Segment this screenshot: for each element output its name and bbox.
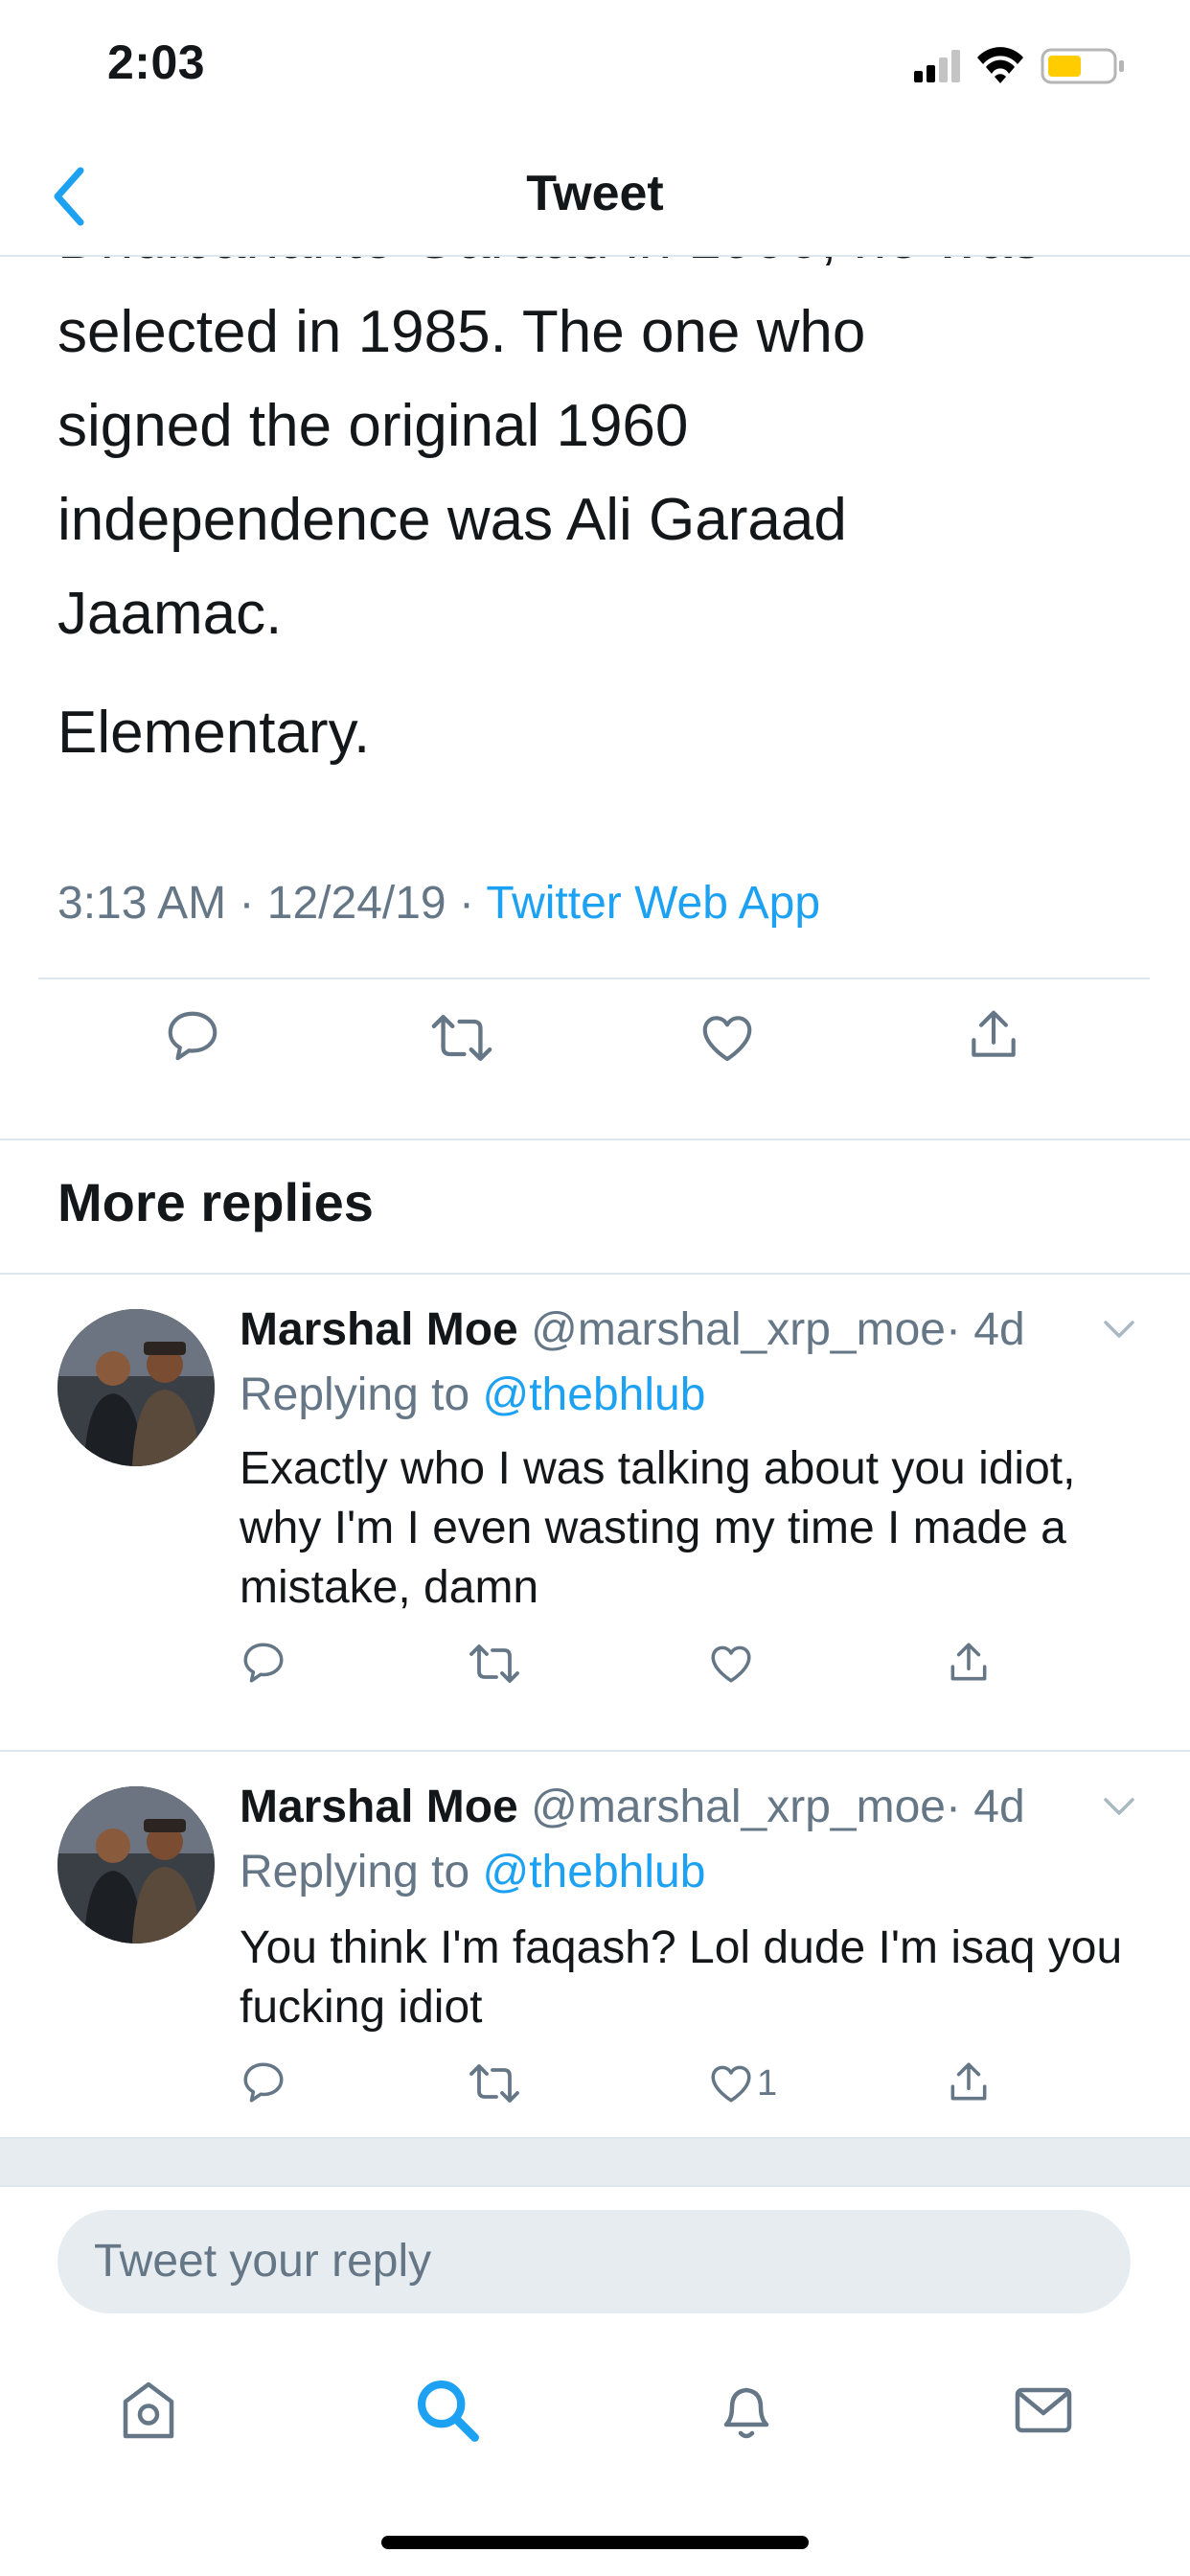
replying-to-handle[interactable]: @thebhlub: [482, 1847, 705, 1898]
tweet-timestamp: 3:13 AM · 12/24/19 ·: [57, 878, 487, 929]
reply-author-name[interactable]: Marshal Moe: [240, 1782, 518, 1832]
share-icon[interactable]: [945, 1637, 993, 1689]
divider: [0, 1750, 1190, 1752]
reply-action-bar: [240, 1637, 1102, 1694]
reply-composer[interactable]: Tweet your reply: [57, 2210, 1131, 2313]
nav-bar: Tweet: [0, 144, 1190, 257]
retweet-icon[interactable]: [468, 1641, 521, 1687]
tab-notifications[interactable]: [703, 2367, 790, 2453]
like-control[interactable]: 1: [707, 2058, 777, 2108]
reply-icon[interactable]: [240, 1639, 287, 1687]
tab-messages[interactable]: [1000, 2367, 1087, 2453]
reply-age: · 4d: [945, 1304, 1025, 1355]
replying-to-prefix: Replying to: [240, 1369, 483, 1420]
reply-author-handle[interactable]: @marshal_xrp_moe: [531, 1304, 946, 1355]
like-icon[interactable]: [707, 2059, 755, 2107]
tweet-meta: 3:13 AM · 12/24/19 · Twitter Web App: [57, 877, 820, 930]
chevron-down-icon[interactable]: [1100, 1315, 1138, 1344]
reply-action-bar: 1: [240, 2057, 1102, 2114]
avatar-photo: [57, 1309, 215, 1466]
mail-icon: [1015, 2387, 1072, 2433]
avatar[interactable]: [57, 1786, 215, 1944]
reply-text: You think I'm faqash? Lol dude I'm isaq …: [240, 1922, 1123, 2033]
divider: [0, 1273, 1190, 1275]
like-count: 1: [757, 2062, 778, 2104]
replying-to-handle[interactable]: @thebhlub: [482, 1369, 705, 1420]
tweet-line: independence was Ali Garaad: [57, 487, 847, 553]
reply-age: · 4d: [945, 1782, 1025, 1832]
chevron-down-icon[interactable]: [1100, 1792, 1138, 1821]
bell-icon: [723, 2387, 769, 2439]
retweet-icon[interactable]: [468, 2060, 521, 2106]
reply-header: Marshal Moe @marshal_xrp_moe· 4d: [240, 1303, 1025, 1356]
tweet-closing: Elementary.: [57, 700, 371, 766]
reply-text: Exactly who I was talking about you idio…: [240, 1443, 1076, 1613]
like-control[interactable]: [707, 1639, 759, 1689]
avatar-photo: [57, 1786, 215, 1944]
page-title: Tweet: [526, 166, 664, 221]
tweet-line: signed the original 1960: [57, 393, 689, 459]
replying-to: Replying to @thebhlub: [240, 1368, 705, 1421]
tweet-line: selected in 1985. The one who: [57, 299, 866, 365]
tab-search[interactable]: [404, 2367, 491, 2453]
reply-author-name[interactable]: Marshal Moe: [240, 1304, 518, 1355]
like-icon[interactable]: [698, 1008, 757, 1068]
tweet-action-bar: [0, 997, 1190, 1083]
like-icon[interactable]: [707, 1640, 755, 1688]
divider: [38, 978, 1150, 979]
status-time: 2:03: [107, 35, 206, 89]
home-indicator[interactable]: [381, 2536, 809, 2549]
tab-home[interactable]: [105, 2367, 192, 2453]
tweet-line: Jaamac.: [57, 581, 283, 647]
status-icons: [914, 47, 1124, 84]
reply-placeholder: Tweet your reply: [94, 2236, 432, 2287]
more-replies-heading: More replies: [57, 1172, 374, 1232]
reply-icon[interactable]: [163, 1006, 222, 1066]
divider: [0, 1138, 1190, 1140]
retweet-icon[interactable]: [429, 1008, 494, 1068]
share-icon[interactable]: [945, 2057, 993, 2108]
battery-icon: [1041, 48, 1124, 84]
replying-to: Replying to @thebhlub: [240, 1846, 705, 1898]
signal-icon: [914, 50, 960, 82]
divider: [0, 2185, 1190, 2187]
reply-header: Marshal Moe @marshal_xrp_moe· 4d: [240, 1781, 1025, 1833]
share-icon[interactable]: [964, 1004, 1023, 1066]
replying-to-prefix: Replying to: [240, 1847, 483, 1898]
search-icon: [417, 2380, 479, 2442]
tweet-body: Dhulbahante Garaad in 1990, he was selec…: [57, 192, 1131, 780]
avatar[interactable]: [57, 1309, 215, 1466]
reply-icon[interactable]: [240, 2058, 287, 2106]
home-icon: [123, 2381, 174, 2439]
tweet-source-link[interactable]: Twitter Web App: [486, 878, 820, 929]
wifi-icon: [977, 47, 1023, 83]
reply-author-handle[interactable]: @marshal_xrp_moe: [531, 1782, 946, 1832]
section-divider: [0, 2139, 1190, 2185]
